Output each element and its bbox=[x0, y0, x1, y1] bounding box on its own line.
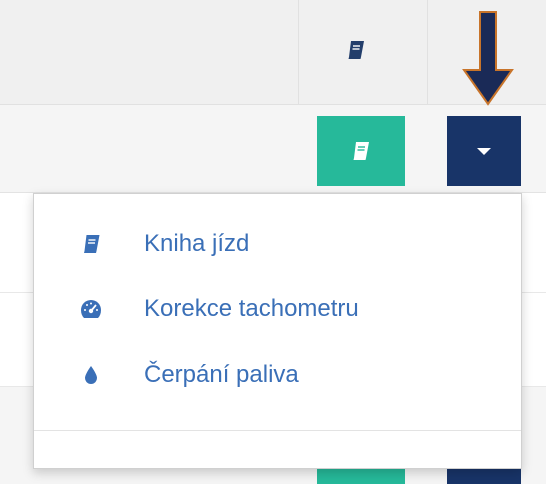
menu-divider bbox=[34, 430, 521, 431]
fuel-drop-icon bbox=[80, 364, 102, 386]
column-divider bbox=[427, 0, 428, 105]
menu-item-label: Čerpání paliva bbox=[144, 361, 299, 388]
menu-item-logbook[interactable]: Kniha jízd bbox=[34, 216, 521, 272]
dropdown-menu: Kniha jízd Korekce tachometru Čerpání pa… bbox=[33, 193, 522, 469]
dropdown-toggle-button[interactable] bbox=[447, 116, 521, 186]
caret-down-icon bbox=[477, 147, 491, 155]
menu-item-label: Korekce tachometru bbox=[144, 295, 359, 322]
menu-item-tachometer[interactable]: Korekce tachometru bbox=[34, 281, 521, 337]
tachometer-icon bbox=[80, 298, 102, 320]
annotation-arrow-icon bbox=[462, 11, 514, 106]
menu-item-label: Kniha jízd bbox=[144, 230, 250, 257]
book-icon bbox=[353, 142, 369, 160]
menu-item-fuel[interactable]: Čerpání paliva bbox=[34, 347, 521, 403]
book-icon bbox=[80, 233, 102, 255]
column-divider bbox=[298, 0, 299, 105]
book-icon bbox=[348, 41, 364, 59]
logbook-button[interactable] bbox=[317, 116, 405, 186]
